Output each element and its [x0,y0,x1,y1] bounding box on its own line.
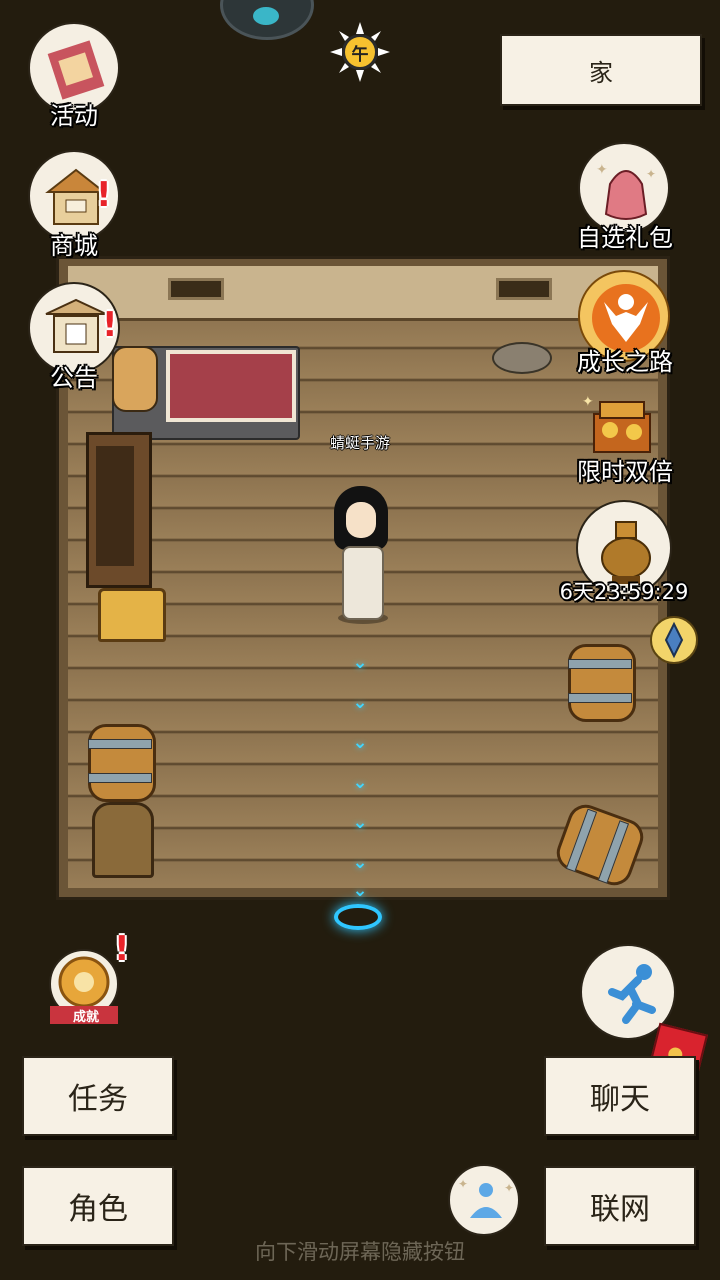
notice-alert-icon: ! [102,305,118,345]
path-arrow-icon: ⌄ [352,732,368,753]
sun-time-icon: 午 [330,22,390,82]
achievement-button[interactable]: 成就 ! [44,932,132,1028]
activity-label: 活动 [50,102,98,130]
character-button[interactable]: 角色 [22,1166,174,1246]
wall-vent [168,278,224,300]
compass-gem-icon[interactable] [650,616,698,664]
svg-text:✦: ✦ [458,1177,468,1191]
character-face [346,502,376,538]
achievement-label: 成就 [72,1010,99,1025]
meditation-icon: ✦ ✦ [458,1177,514,1218]
wall-vent [496,278,552,300]
bed-blanket [166,350,296,422]
wooden-chest[interactable] [92,802,154,878]
room-wall [68,266,658,321]
path-arrow-icon: ⌄ [352,852,368,873]
barrel[interactable] [568,644,636,722]
growth-path-label: 成长之路 [577,348,673,376]
exit-portal[interactable] [334,904,382,930]
chat-button[interactable]: 聊天 [544,1056,696,1136]
time-of-day-label: 午 [342,34,378,70]
svg-text:✦: ✦ [504,1181,514,1195]
shop-label: 商城 [50,232,98,260]
notice-label: 公告 [50,364,98,392]
svg-text:✦: ✦ [582,394,594,410]
player-name: 蜻蜓手游 [329,434,390,452]
home-button[interactable]: 家 [500,34,702,106]
player-character[interactable] [342,546,384,620]
gift-pack-label: 自选礼包 [577,224,673,252]
double-reward-label: 限时双倍 [577,458,673,486]
rope-coil[interactable] [492,342,552,374]
path-arrow-icon: ⌄ [352,772,368,793]
event-countdown: 6天23:59:29 [559,580,689,604]
svg-text:✦: ✦ [646,167,656,181]
achievement-alert-icon: ! [114,929,130,969]
path-arrow-icon: ⌄ [352,652,368,673]
treasure-chest[interactable] [98,588,166,642]
barrel[interactable] [88,724,156,802]
path-arrow-icon: ⌄ [352,880,368,901]
network-button[interactable]: 联网 [544,1166,696,1246]
tasks-button[interactable]: 任务 [22,1056,174,1136]
bookshelf-inner [96,446,134,566]
meditate-button[interactable]: ✦ ✦ [448,1164,520,1236]
hide-buttons-hint: 向下滑动屏幕隐藏按钮 [255,1240,465,1264]
path-arrow-icon: ⌄ [352,692,368,713]
shop-alert-icon: ! [96,175,112,215]
path-arrow-icon: ⌄ [352,812,368,833]
svg-text:✦: ✦ [596,162,608,178]
map-compass-icon[interactable] [220,0,314,40]
